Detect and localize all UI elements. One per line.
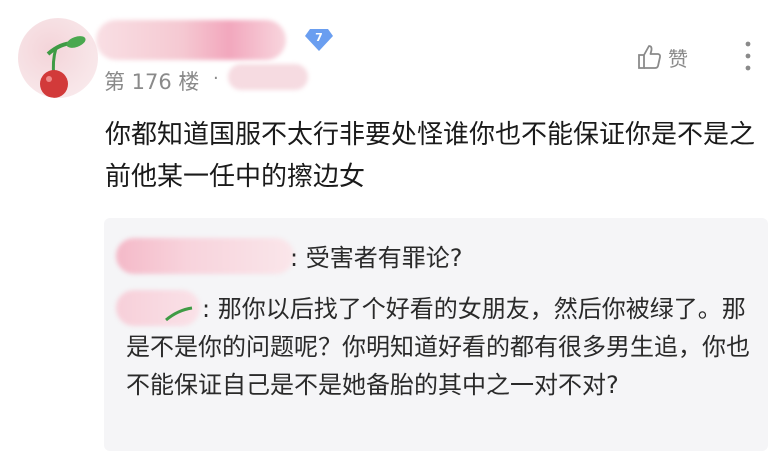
reply-2-separator: : [202, 295, 211, 323]
comment-content: 你都知道国服不太行非要处怪谁你也不能保证你是不是之前他某一任中的擦边女 [105, 120, 756, 192]
quoted-replies[interactable]: : 受害者有罪论? : 那你以后找了个好看的女朋友，然后你被绿了。那是不是你的问… [104, 218, 768, 451]
reply-2-text: 那你以后找了个好看的女朋友，然后你被绿了。那是不是你的问题呢？你明知道好看的都有… [126, 295, 750, 399]
floor-number: 第 176 楼 [104, 70, 200, 94]
reply-1-separator: : [290, 244, 299, 272]
level-number: 7 [315, 31, 323, 44]
like-button[interactable]: 赞 [636, 42, 688, 72]
reply-1: : 受害者有罪论? [290, 240, 462, 276]
reply-author-redacted[interactable] [116, 238, 294, 274]
cherry-avatar-icon [40, 36, 86, 98]
level-badge: 7 [304, 28, 334, 52]
separator-dot: · [213, 68, 219, 89]
avatar[interactable] [18, 18, 98, 98]
more-vertical-icon [745, 41, 751, 71]
reply-1-text: 受害者有罪论? [305, 244, 463, 272]
thumbs-up-icon [638, 45, 661, 69]
like-label: 赞 [668, 46, 688, 71]
more-options-button[interactable] [736, 38, 760, 74]
post-time-redacted [228, 64, 308, 90]
username-redacted[interactable] [96, 20, 286, 60]
reply-2: : 那你以后找了个好看的女朋友，然后你被绿了。那是不是你的问题呢？你明知道好看的… [126, 290, 756, 404]
